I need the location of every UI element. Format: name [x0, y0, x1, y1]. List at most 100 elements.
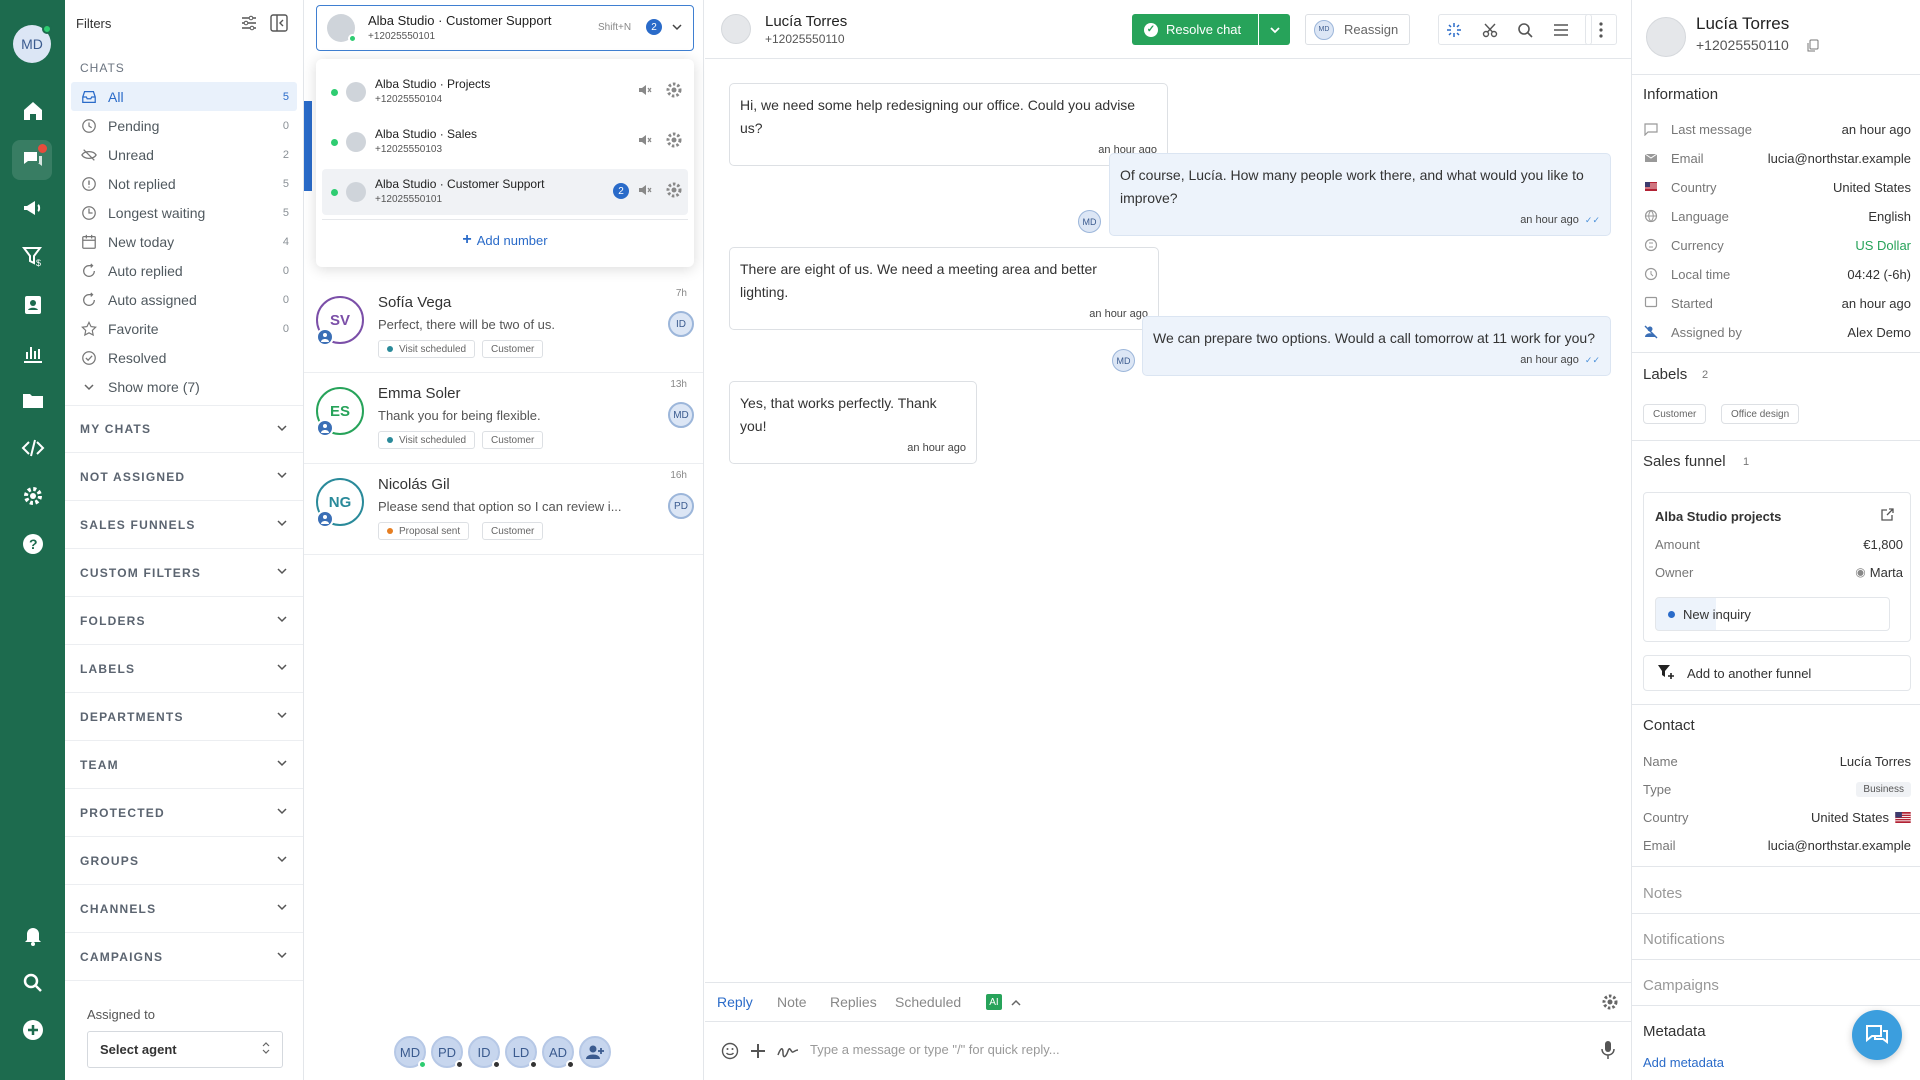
- filter-not-replied[interactable]: Not replied 5: [65, 169, 303, 198]
- user-avatar[interactable]: MD: [13, 24, 52, 63]
- group-labels[interactable]: LABELS: [65, 645, 303, 693]
- help-chat-button[interactable]: [1852, 1010, 1902, 1060]
- app: MD $ ? Filters CHATS All 5 Pending 0 Unread 2…: [0, 0, 1920, 1080]
- mute-icon[interactable]: [638, 83, 652, 102]
- funnel-stage[interactable]: New inquiry: [1655, 597, 1890, 631]
- list-settings-icon[interactable]: [1545, 14, 1577, 45]
- add-metadata-link[interactable]: Add metadata: [1643, 1055, 1724, 1070]
- number-option[interactable]: Alba Studio · Sales +12025550103: [322, 119, 688, 165]
- chat-list-item[interactable]: NG Nicolás Gil Please send that option so …: [304, 464, 703, 555]
- message-input[interactable]: Type a message or type "/" for quick rep…: [810, 1042, 1060, 1057]
- select-agent-value: Select agent: [100, 1042, 177, 1057]
- label-chip[interactable]: Customer: [1643, 404, 1707, 424]
- gear-icon[interactable]: [665, 181, 683, 204]
- signature-icon[interactable]: [777, 1042, 799, 1065]
- gear-icon[interactable]: [665, 131, 683, 154]
- chats-icon[interactable]: [0, 140, 65, 180]
- chevron-down-icon: [276, 422, 288, 437]
- emoji-icon[interactable]: [721, 1042, 739, 1065]
- resolve-options-button[interactable]: [1259, 14, 1290, 45]
- search-icon[interactable]: [1509, 14, 1541, 45]
- group-sales-funnels[interactable]: SALES FUNNELS: [65, 501, 303, 549]
- info-value: an hour ago: [1841, 295, 1911, 311]
- group-groups[interactable]: GROUPS: [65, 837, 303, 885]
- select-agent-dropdown[interactable]: Select agent: [87, 1031, 283, 1068]
- label-chip[interactable]: Office design: [1721, 404, 1800, 424]
- notifications-section[interactable]: Notifications: [1643, 931, 1725, 948]
- reassign-button[interactable]: MD Reassign: [1305, 14, 1410, 45]
- number-option[interactable]: Alba Studio · Projects +12025550104: [322, 69, 688, 115]
- info-key: Local time: [1671, 266, 1731, 282]
- code-icon[interactable]: [0, 428, 65, 468]
- collapse-panel-icon[interactable]: [266, 10, 292, 36]
- filter-favorite[interactable]: Favorite 0: [65, 314, 303, 343]
- group-channels[interactable]: CHANNELS: [65, 885, 303, 933]
- chat-list-item[interactable]: SV Sofía Vega Perfect, there will be two o…: [304, 282, 703, 373]
- number-selector[interactable]: Alba Studio · Customer Support +12025550…: [316, 5, 694, 51]
- notes-section[interactable]: Notes: [1643, 885, 1682, 902]
- sliders-icon[interactable]: [236, 10, 262, 36]
- filter-label: New today: [108, 233, 175, 250]
- add-circle-icon[interactable]: [0, 1010, 65, 1050]
- megaphone-icon[interactable]: [0, 188, 65, 228]
- folder-icon[interactable]: [0, 380, 65, 420]
- composer-settings-icon[interactable]: [1601, 993, 1619, 1016]
- composer: Type a message or type "/" for quick rep…: [705, 1023, 1631, 1080]
- scissors-icon[interactable]: [1474, 14, 1506, 45]
- campaigns-section[interactable]: Campaigns: [1643, 977, 1719, 994]
- resolve-chat-button[interactable]: ✓ Resolve chat: [1132, 14, 1258, 45]
- group-protected[interactable]: PROTECTED: [65, 789, 303, 837]
- agent-avatar[interactable]: ID: [468, 1036, 501, 1069]
- group-campaigns[interactable]: CAMPAIGNS: [65, 933, 303, 981]
- settings-gear-icon[interactable]: [0, 476, 65, 516]
- search-icon[interactable]: [0, 963, 65, 1003]
- more-vertical-icon[interactable]: [1585, 14, 1617, 45]
- microphone-icon[interactable]: [1601, 1040, 1615, 1065]
- ai-toggle[interactable]: AI: [986, 994, 1002, 1010]
- contacts-icon[interactable]: [0, 285, 65, 325]
- filter-auto-assigned[interactable]: Auto assigned 0: [65, 285, 303, 314]
- plus-icon[interactable]: [749, 1042, 767, 1065]
- tab-scheduled[interactable]: Scheduled: [895, 994, 961, 1010]
- tab-reply[interactable]: Reply: [717, 994, 753, 1010]
- group-folders[interactable]: FOLDERS: [65, 597, 303, 645]
- agent-avatar[interactable]: MD: [394, 1036, 427, 1069]
- filter-resolved[interactable]: Resolved: [65, 343, 303, 372]
- filter-longest-waiting[interactable]: Longest waiting 5: [65, 198, 303, 227]
- number-option[interactable]: Alba Studio · Customer Support +120255501…: [322, 169, 688, 215]
- external-link-icon[interactable]: [1881, 508, 1894, 526]
- add-number-button[interactable]: + Add number: [316, 231, 694, 249]
- agent-avatar[interactable]: AD: [542, 1036, 575, 1069]
- group-not-assigned[interactable]: NOT ASSIGNED: [65, 453, 303, 501]
- agent-avatar[interactable]: PD: [431, 1036, 464, 1069]
- filter-pending[interactable]: Pending 0: [65, 111, 303, 140]
- add-to-funnel-button[interactable]: Add to another funnel: [1643, 655, 1911, 691]
- show-more-filters[interactable]: Show more (7): [65, 372, 303, 401]
- add-agent-button[interactable]: [579, 1036, 611, 1068]
- agent-avatar[interactable]: LD: [505, 1036, 538, 1069]
- group-team[interactable]: TEAM: [65, 741, 303, 789]
- mute-icon[interactable]: [638, 133, 652, 152]
- mute-icon[interactable]: [638, 183, 652, 202]
- filter-unread[interactable]: Unread 2: [65, 140, 303, 169]
- help-icon[interactable]: ?: [0, 524, 65, 564]
- filter-auto-replied[interactable]: Auto replied 0: [65, 256, 303, 285]
- group-custom-filters[interactable]: CUSTOM FILTERS: [65, 549, 303, 597]
- home-icon[interactable]: [0, 91, 65, 131]
- filter-count: 5: [282, 90, 289, 103]
- analytics-icon[interactable]: [0, 333, 65, 373]
- bell-icon[interactable]: [0, 915, 65, 955]
- number-avatar: [346, 132, 366, 152]
- copy-icon[interactable]: [1807, 39, 1819, 55]
- group-my-chats[interactable]: MY CHATS: [65, 406, 303, 453]
- filter-new-today[interactable]: New today 4: [65, 227, 303, 256]
- tab-note[interactable]: Note: [777, 994, 807, 1010]
- chevron-up-icon[interactable]: [1010, 996, 1022, 1014]
- chat-list-item[interactable]: ES Emma Soler Thank you for being flexible…: [304, 373, 703, 464]
- gear-icon[interactable]: [665, 81, 683, 104]
- funnel-dollar-icon[interactable]: $: [0, 236, 65, 276]
- filter-all[interactable]: All 5: [71, 82, 297, 111]
- sparkle-icon[interactable]: [1438, 14, 1470, 45]
- group-departments[interactable]: DEPARTMENTS: [65, 693, 303, 741]
- tab-replies[interactable]: Replies: [830, 994, 877, 1010]
